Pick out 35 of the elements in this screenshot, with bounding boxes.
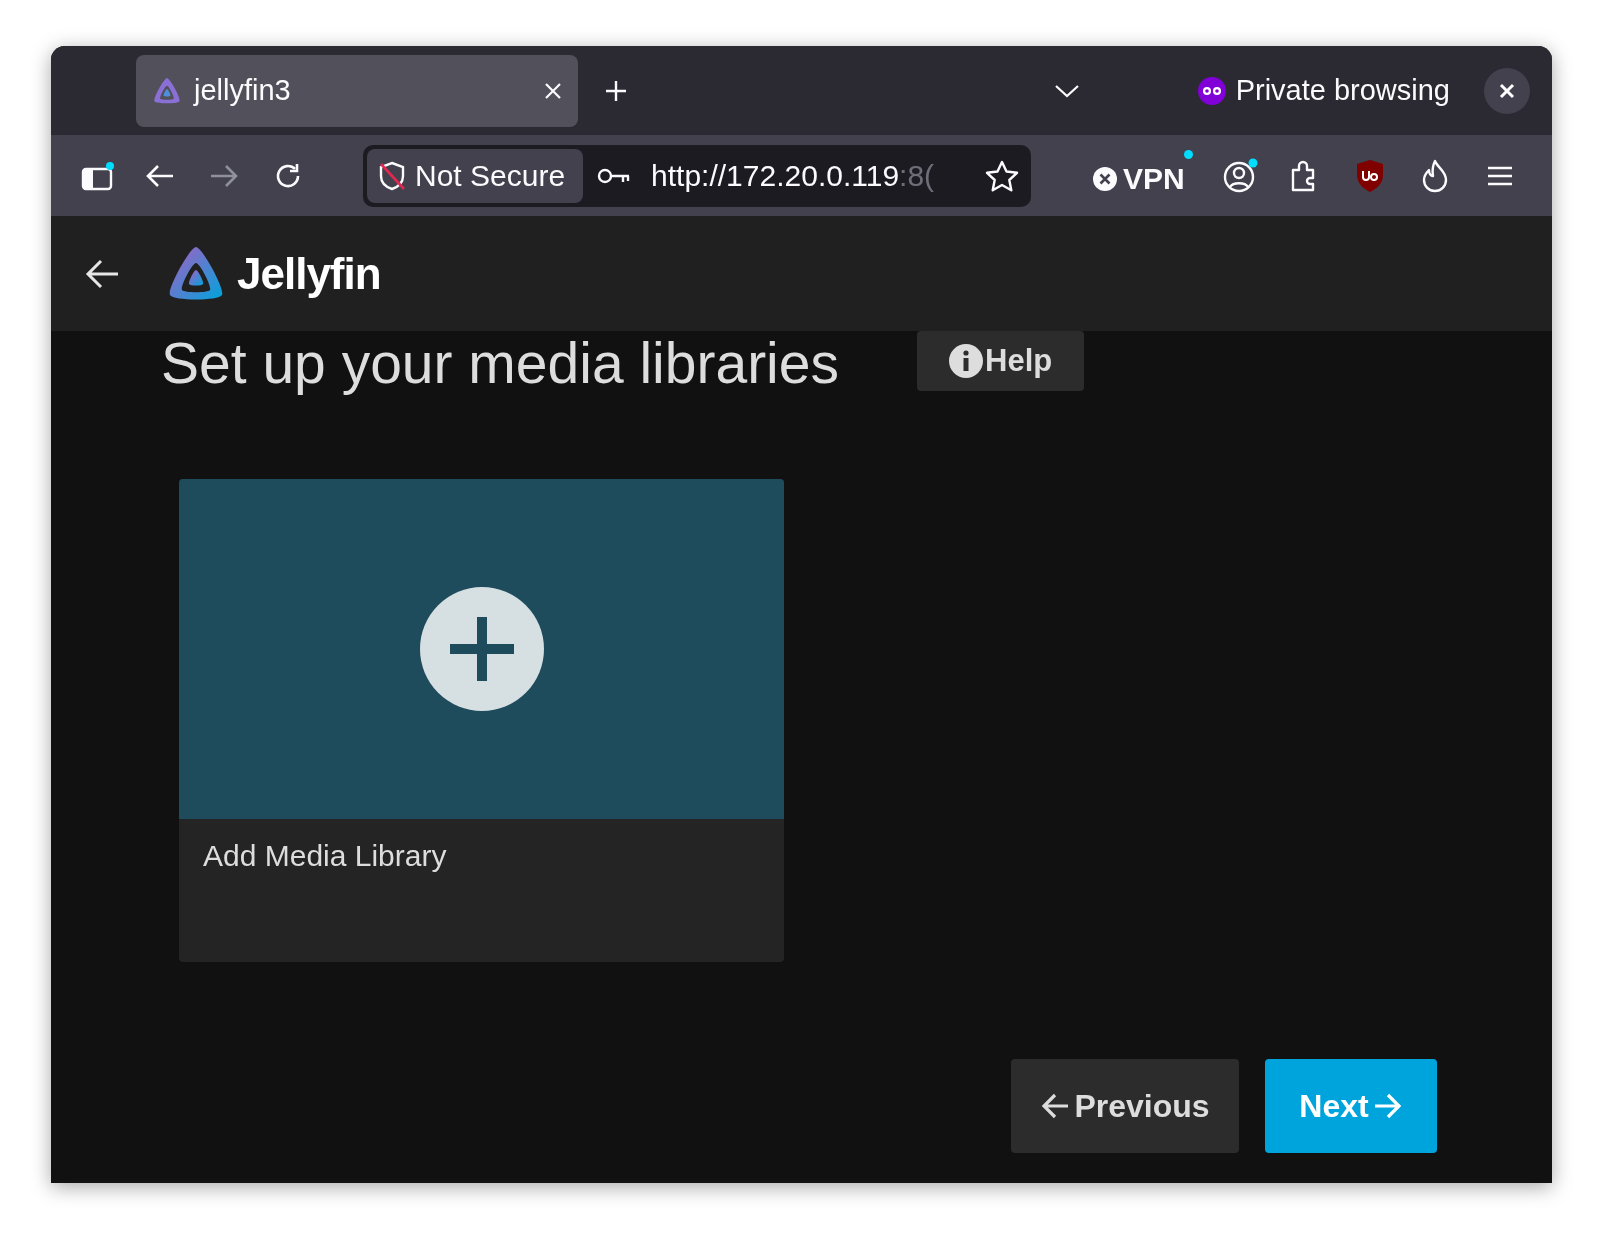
new-tab-icon[interactable]	[604, 78, 628, 103]
back-arrow-icon[interactable]	[84, 257, 120, 290]
page-heading: Set up your media libraries	[161, 331, 839, 395]
jellyfin-logo-icon	[152, 76, 182, 105]
private-browsing-label: Private browsing	[1235, 72, 1450, 108]
shield-crossed-icon	[377, 159, 407, 192]
not-secure-badge[interactable]: Not Secure	[367, 148, 584, 203]
previous-button[interactable]: Previous	[1011, 1059, 1239, 1153]
close-window-button[interactable]	[1484, 67, 1530, 114]
vpn-button[interactable]: VPN	[1093, 150, 1193, 201]
bookmark-star-icon[interactable]	[985, 159, 1020, 192]
key-icon[interactable]	[597, 166, 632, 185]
sidebar-icon[interactable]	[81, 160, 115, 191]
app-name: Jellyfin	[237, 247, 381, 300]
mask-icon	[1197, 76, 1226, 105]
right-arrow-icon	[1372, 1092, 1403, 1120]
help-button[interactable]: Help	[917, 331, 1085, 391]
forward-arrow-icon[interactable]	[209, 162, 239, 189]
plus-circle-icon	[419, 587, 544, 711]
add-library-card[interactable]: Add Media Library	[179, 479, 784, 962]
close-icon	[1498, 81, 1516, 100]
back-arrow-icon[interactable]	[145, 162, 175, 189]
left-arrow-icon	[1040, 1092, 1071, 1120]
close-circle-icon	[1093, 166, 1117, 191]
url-field[interactable]: http://172.20.0.119:8(	[651, 153, 970, 198]
flame-icon[interactable]	[1420, 158, 1449, 193]
chevron-down-icon[interactable]	[1053, 82, 1080, 99]
tab-title: jellyfin3	[194, 72, 292, 108]
card-title: Add Media Library	[202, 838, 448, 874]
shield-extension-icon[interactable]	[1354, 158, 1385, 193]
menu-icon[interactable]	[1486, 164, 1513, 187]
info-icon	[949, 344, 983, 378]
browser-tab[interactable]: jellyfin3	[136, 54, 578, 127]
close-tab-icon[interactable]	[544, 81, 562, 100]
account-icon[interactable]	[1222, 157, 1259, 194]
